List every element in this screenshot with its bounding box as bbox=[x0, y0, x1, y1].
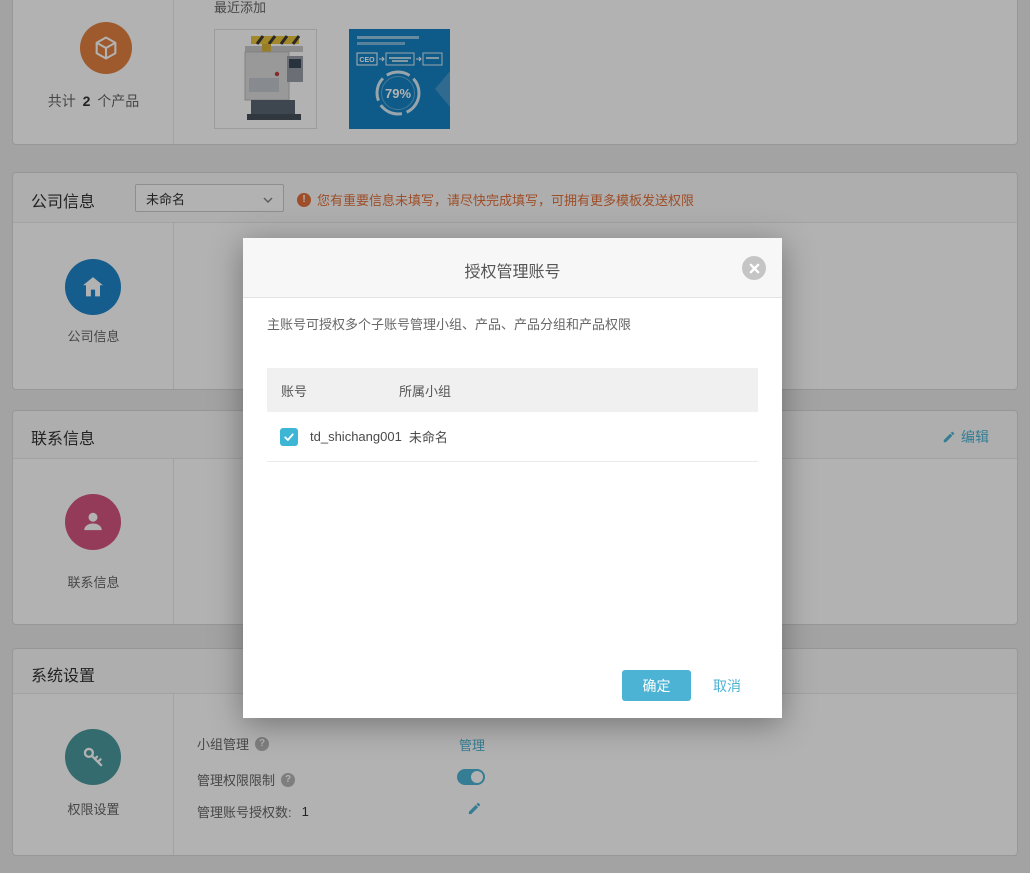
modal-description: 主账号可授权多个子账号管理小组、产品、产品分组和产品权限 bbox=[267, 314, 631, 333]
checkmark-icon bbox=[283, 431, 295, 443]
account-group: 未命名 bbox=[409, 427, 448, 446]
account-table-header: 账号 所属小组 bbox=[267, 368, 758, 412]
page: 共计 2 个产品 最近添加 bbox=[0, 0, 1030, 873]
modal-title: 授权管理账号 bbox=[243, 258, 782, 282]
cancel-button[interactable]: 取消 bbox=[713, 676, 741, 696]
close-icon[interactable] bbox=[742, 256, 766, 280]
account-row[interactable]: td_shichang001 未命名 bbox=[267, 412, 758, 462]
modal-footer: 确定 取消 bbox=[622, 670, 741, 701]
column-group: 所属小组 bbox=[399, 381, 451, 400]
authorize-account-modal: 授权管理账号 主账号可授权多个子账号管理小组、产品、产品分组和产品权限 账号 所… bbox=[243, 238, 782, 718]
modal-header: 授权管理账号 bbox=[243, 238, 782, 298]
account-checkbox[interactable] bbox=[280, 428, 298, 446]
account-table: 账号 所属小组 td_shichang001 未命名 bbox=[267, 368, 758, 462]
account-name: td_shichang001 bbox=[310, 429, 402, 444]
column-account: 账号 bbox=[281, 381, 399, 400]
confirm-button[interactable]: 确定 bbox=[622, 670, 691, 701]
